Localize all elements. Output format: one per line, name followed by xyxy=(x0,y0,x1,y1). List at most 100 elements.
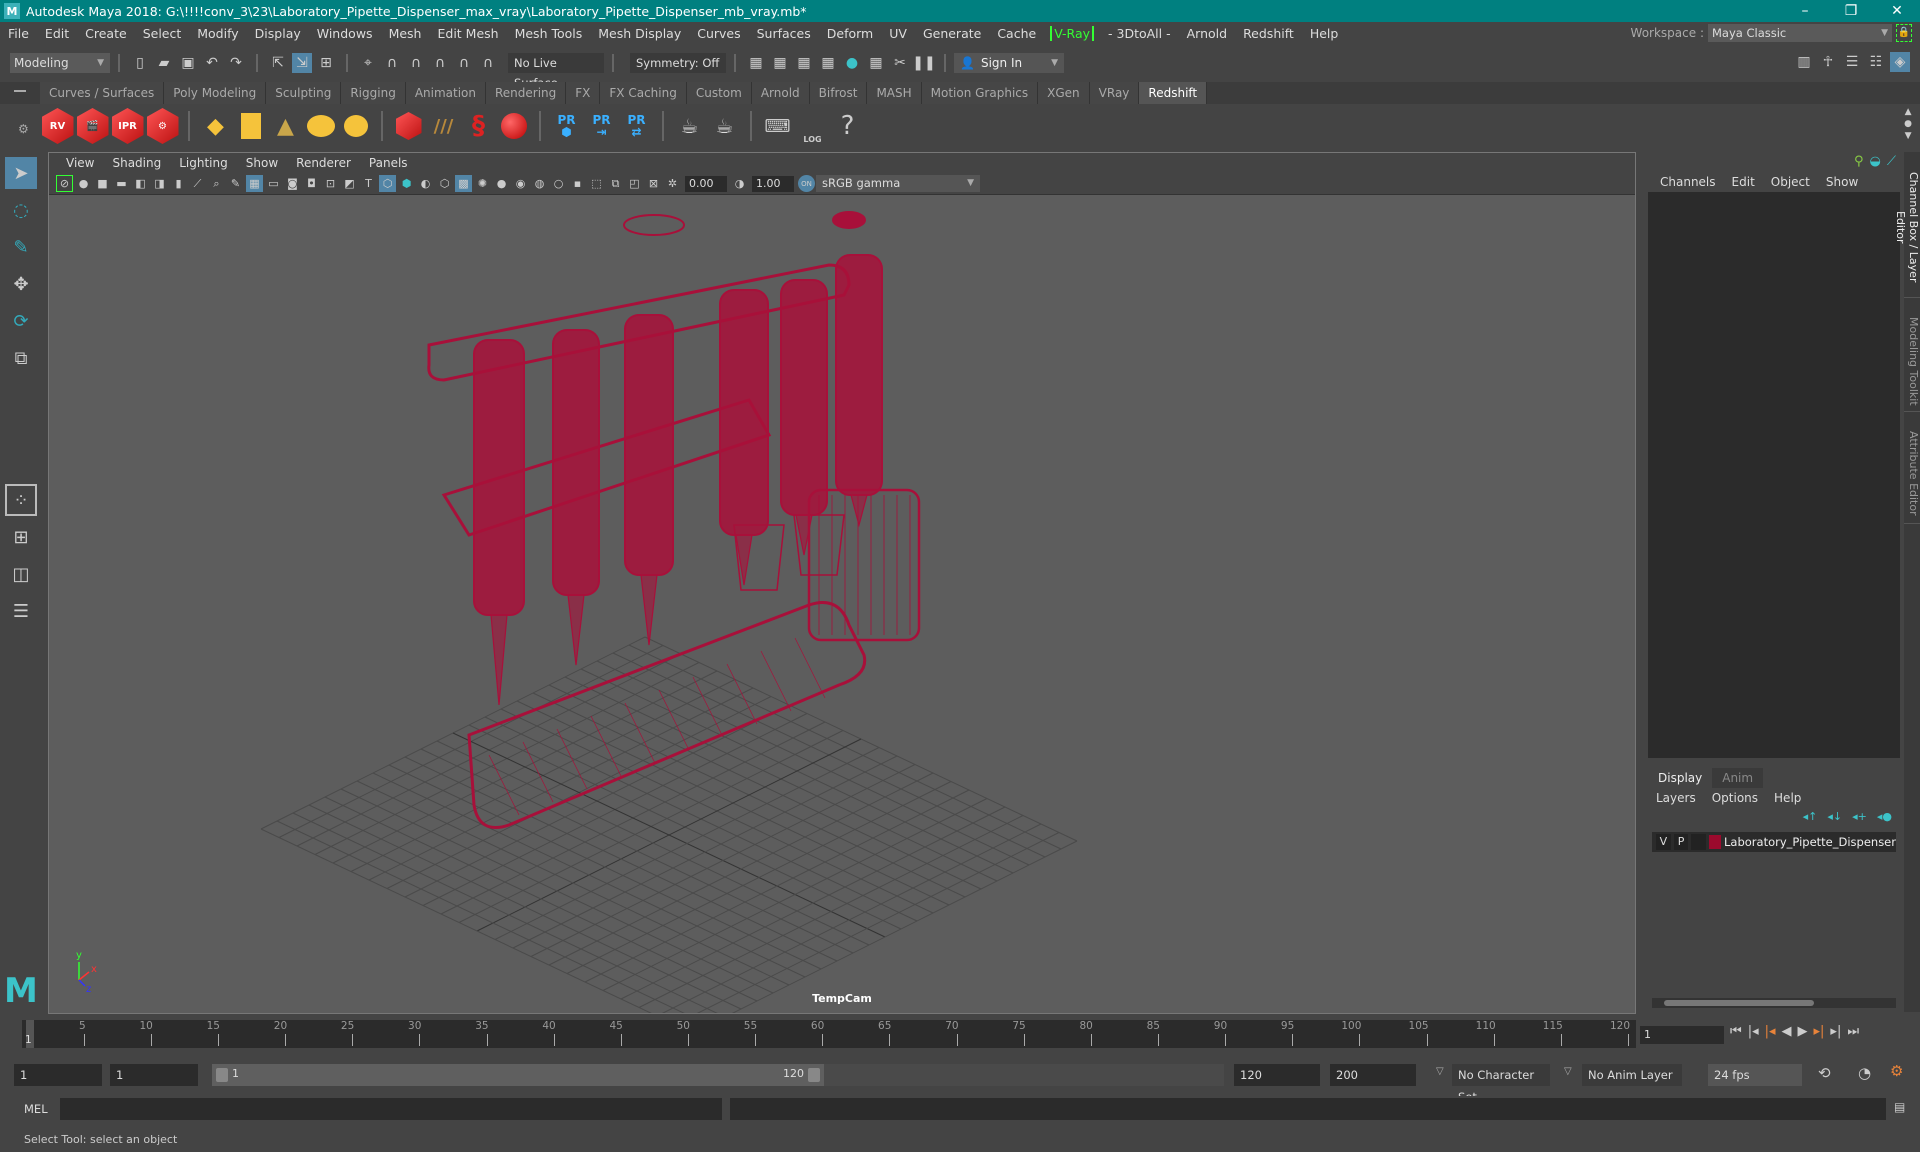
layer-tab-anim[interactable]: Anim xyxy=(1712,768,1764,788)
side-tab-attribute-editor[interactable]: Attribute Editor xyxy=(1904,424,1920,524)
modeling-toolkit-icon[interactable]: ▥ xyxy=(1794,52,1814,72)
menu-help[interactable]: Help xyxy=(1302,26,1347,41)
shadows-icon[interactable]: ● xyxy=(493,175,510,192)
play-forwards-button[interactable]: ▶ xyxy=(1798,1024,1808,1039)
sign-in-button[interactable]: 👤 Sign In xyxy=(954,53,1064,73)
close-button[interactable]: ✕ xyxy=(1874,0,1920,22)
workspace-dropdown[interactable]: Maya Classic xyxy=(1708,24,1892,42)
shelf-tab-bifrost[interactable]: Bifrost xyxy=(809,82,868,104)
menu-uv[interactable]: UV xyxy=(881,26,915,41)
shelf-tab-xgen[interactable]: XGen xyxy=(1038,82,1090,104)
default-material-icon[interactable]: ◐ xyxy=(417,175,434,192)
channel-box-area[interactable] xyxy=(1648,192,1900,758)
shelf-tab-animation[interactable]: Animation xyxy=(405,82,486,104)
shelf-scrollbar[interactable]: ▲ ● ▼ xyxy=(1904,106,1912,142)
hypershade-icon[interactable]: ● xyxy=(842,53,862,73)
range-slider-track[interactable] xyxy=(824,1064,1224,1086)
attribute-editor-icon[interactable]: ☰ xyxy=(1842,52,1862,72)
gate-mask-icon[interactable]: ◘ xyxy=(303,175,320,192)
scene-start-field[interactable]: 1 xyxy=(14,1064,102,1086)
shelf-tab-rigging[interactable]: Rigging xyxy=(341,82,406,104)
shelf-tab-vray[interactable]: VRay xyxy=(1089,82,1140,104)
camera-attributes-icon[interactable]: ■ xyxy=(94,175,111,192)
xray-active-icon[interactable]: ◰ xyxy=(626,175,643,192)
menu-edit-mesh[interactable]: Edit Mesh xyxy=(429,26,506,41)
two-view-layout-icon[interactable]: ◫ xyxy=(5,558,37,590)
range-end-handle[interactable] xyxy=(808,1068,820,1082)
menu-vray[interactable]: V-Ray xyxy=(1050,25,1095,41)
redshift-area-light-icon[interactable]: ◆ xyxy=(200,108,232,144)
layer-tab-display[interactable]: Display xyxy=(1648,768,1713,788)
outliner-layout-icon[interactable]: ☰ xyxy=(5,595,37,627)
range-slider-bar[interactable]: 1 120 xyxy=(212,1064,824,1086)
shelf-tab-rendering[interactable]: Rendering xyxy=(486,82,567,104)
shelf-tab-custom[interactable]: Custom xyxy=(686,82,752,104)
menu-redshift[interactable]: Redshift xyxy=(1235,26,1302,41)
select-object-icon[interactable]: ⇲ xyxy=(292,53,312,73)
safe-title-icon[interactable]: T xyxy=(360,175,377,192)
render-settings-icon[interactable]: ▦ xyxy=(818,53,838,73)
playback-end-field[interactable]: 120 xyxy=(1234,1064,1320,1086)
exposure-icon[interactable]: ✲ xyxy=(664,175,681,192)
help-icon[interactable]: ? xyxy=(832,108,864,144)
single-perspective-view-icon[interactable]: ⁘ xyxy=(5,484,37,516)
log-icon[interactable]: LOG xyxy=(797,108,829,144)
snap-view-plane-icon[interactable]: ∩ xyxy=(430,53,450,73)
shelf-tab-redshift[interactable]: Redshift xyxy=(1139,82,1208,104)
rotate-tool-icon[interactable]: ⟳ xyxy=(5,305,37,337)
redshift-hair-icon[interactable]: /// xyxy=(428,108,460,144)
layer-help-menu[interactable]: Help xyxy=(1766,791,1809,805)
script-editor-button[interactable]: ▤ xyxy=(1894,1100,1905,1114)
redshift-settings-icon[interactable]: ⚙ xyxy=(146,108,179,144)
shelf-tab-mash[interactable]: MASH xyxy=(867,82,922,104)
viewport-menu-renderer[interactable]: Renderer xyxy=(287,156,360,170)
current-frame-field[interactable]: 1 xyxy=(1640,1026,1724,1044)
layers-menu[interactable]: Layers xyxy=(1648,791,1704,805)
menu-edit[interactable]: Edit xyxy=(37,26,77,41)
time-slider-bar[interactable]: 1 5 10 15 20 25 30 35 40 45 50 55 60 65 70 75 80 85 90 95 1… xyxy=(22,1020,1636,1048)
select-hierarchy-icon[interactable]: ⇱ xyxy=(268,53,288,73)
wireframe-on-shaded-icon[interactable]: ⬡ xyxy=(436,175,453,192)
shelf-tab-fx-caching[interactable]: FX Caching xyxy=(600,82,687,104)
menu-cache[interactable]: Cache xyxy=(989,26,1044,41)
channel-object-menu[interactable]: Object xyxy=(1763,175,1818,189)
step-forward-frame-button[interactable]: ▸| xyxy=(1830,1024,1841,1039)
menu-surfaces[interactable]: Surfaces xyxy=(749,26,819,41)
shelf-settings-icon[interactable]: ⚙ xyxy=(18,122,29,136)
step-back-frame-button[interactable]: |◂ xyxy=(1748,1024,1759,1039)
two-d-pan-zoom-icon[interactable]: ◨ xyxy=(151,175,168,192)
character-set-dropdown[interactable]: No Character Set xyxy=(1452,1064,1550,1104)
go-to-start-button[interactable]: ⏮ xyxy=(1730,1024,1742,1039)
redshift-sphere-icon[interactable] xyxy=(498,108,530,144)
pause-render-icon[interactable]: ❚❚ xyxy=(912,53,935,73)
layer-visibility-toggle[interactable]: V xyxy=(1656,834,1671,850)
pr-import-icon[interactable]: PR ⇥ xyxy=(586,108,618,144)
use-all-lights-icon[interactable]: ✺ xyxy=(474,175,491,192)
render-current-icon[interactable]: ▦ xyxy=(746,53,766,73)
viewport-menu-show[interactable]: Show xyxy=(237,156,287,170)
layer-options-menu[interactable]: Options xyxy=(1704,791,1766,805)
gamma-icon[interactable]: ◑ xyxy=(731,175,748,192)
hud-icon[interactable]: ⊠ xyxy=(645,175,662,192)
shelf-tab-sculpting[interactable]: Sculpting xyxy=(266,82,342,104)
menu-modify[interactable]: Modify xyxy=(189,26,246,41)
paint-icon[interactable]: ✎ xyxy=(227,175,244,192)
zoom-icon[interactable]: ⌕ xyxy=(208,175,225,192)
gamma-field[interactable]: 1.00 xyxy=(752,175,794,192)
menu-mesh-tools[interactable]: Mesh Tools xyxy=(507,26,591,41)
command-input[interactable] xyxy=(60,1098,722,1120)
hyperbolic-icon[interactable]: ⟋ xyxy=(1887,154,1896,169)
menu-select[interactable]: Select xyxy=(135,26,190,41)
menu-file[interactable]: File xyxy=(0,26,37,41)
layer-row[interactable]: V P Laboratory_Pipette_Dispenser xyxy=(1652,832,1896,852)
lock-camera-icon[interactable]: ● xyxy=(75,175,92,192)
channels-menu[interactable]: Channels xyxy=(1652,175,1724,189)
anti-aliasing-icon[interactable]: ○ xyxy=(550,175,567,192)
viewport-menu-view[interactable]: View xyxy=(57,156,103,170)
channel-show-menu[interactable]: Show xyxy=(1818,175,1866,189)
shelf-tab-arnold[interactable]: Arnold xyxy=(751,82,810,104)
tool-settings-icon[interactable]: ☷ xyxy=(1866,52,1886,72)
select-camera-icon[interactable]: ⊘ xyxy=(56,175,73,192)
minimize-button[interactable]: – xyxy=(1782,0,1828,22)
viewport-menu-panels[interactable]: Panels xyxy=(360,156,417,170)
